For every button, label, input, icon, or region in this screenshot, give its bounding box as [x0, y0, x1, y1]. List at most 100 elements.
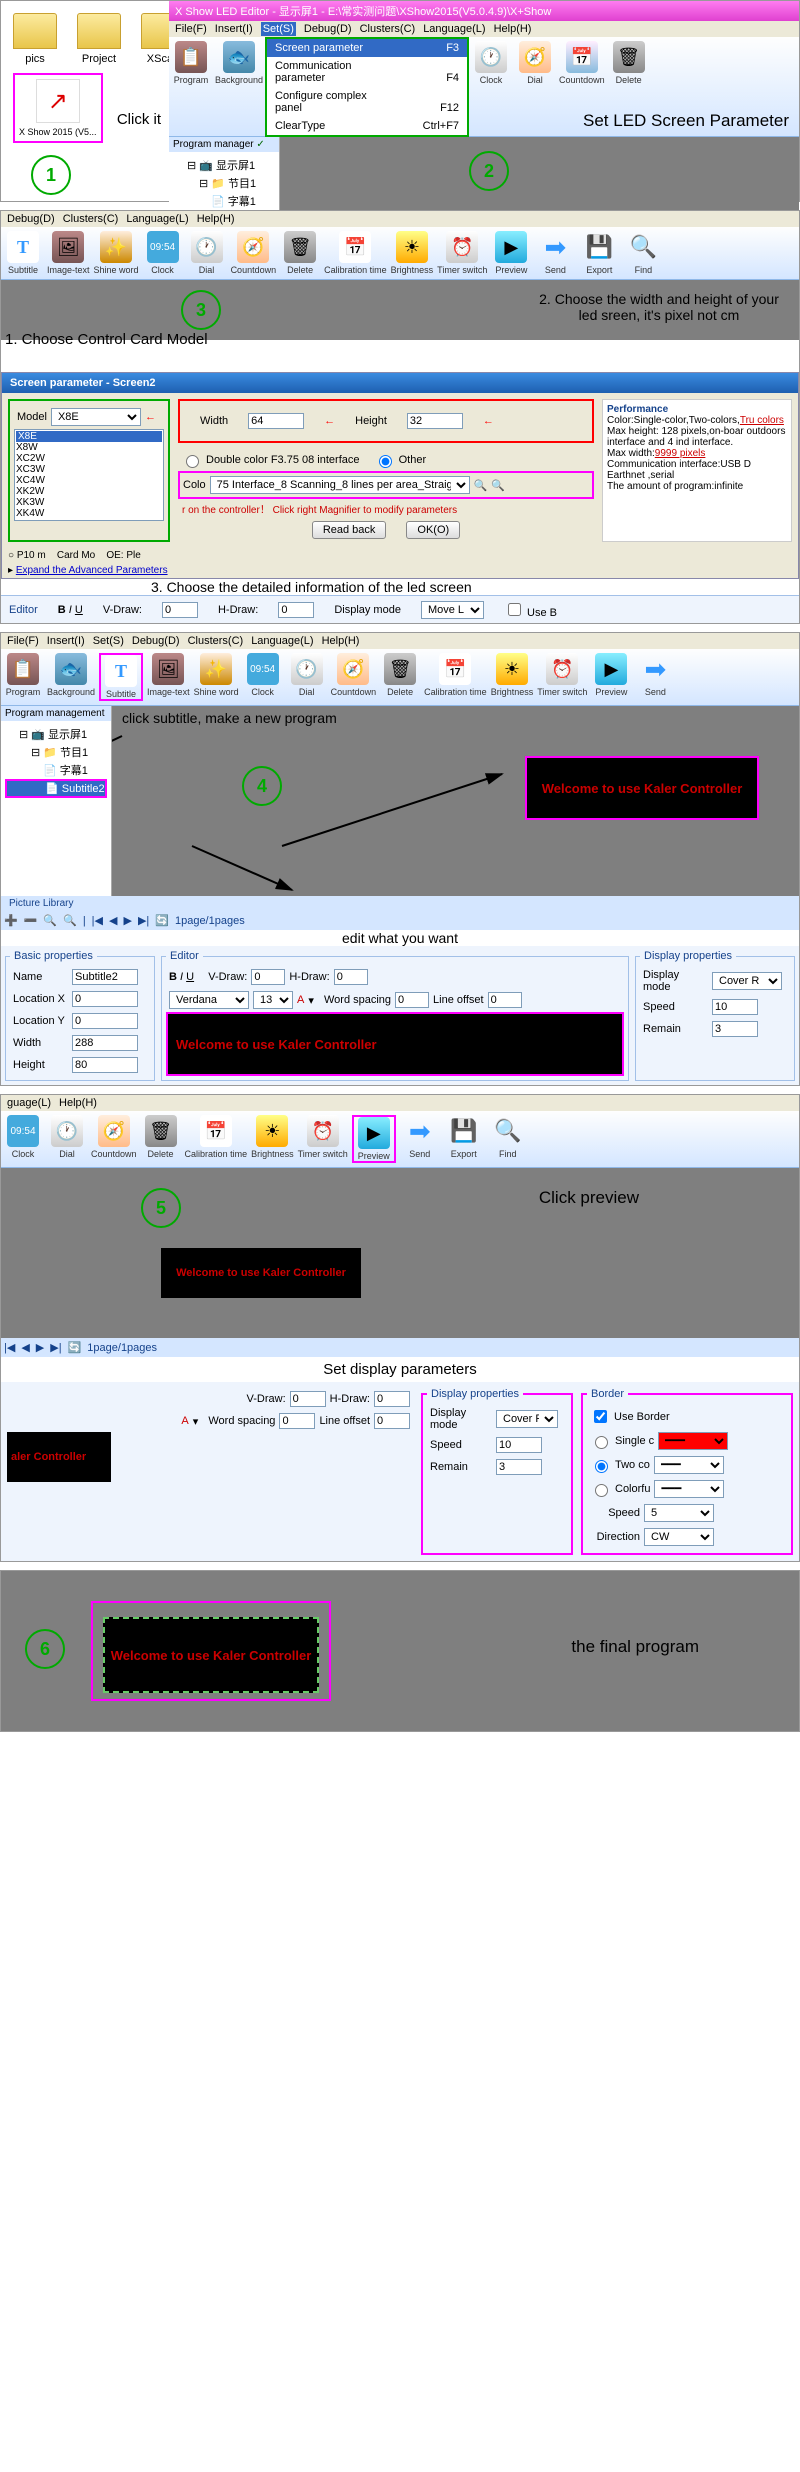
tool-delete[interactable]: 🗑Delete: [280, 231, 320, 275]
tool-subtitle[interactable]: TSubtitle: [3, 231, 43, 275]
tool-timerswitch[interactable]: ⏰Timer switch: [298, 1115, 348, 1163]
lineoffset-input[interactable]: [374, 1413, 410, 1429]
hdraw-input[interactable]: [278, 602, 314, 618]
tool-export[interactable]: 💾Export: [444, 1115, 484, 1163]
menubar-4[interactable]: File(F)Insert(I)Set(S)Debug(D)Clusters(C…: [1, 633, 799, 649]
tool-timerswitch[interactable]: ⏰Timer switch: [537, 653, 587, 701]
tool-send[interactable]: ➡Send: [400, 1115, 440, 1163]
model-list[interactable]: X8E X8WXC2WXC3WXC4WXK2WXK3WXK4W: [14, 429, 164, 521]
remain-input[interactable]: [712, 1021, 758, 1037]
tool-send[interactable]: ➡Send: [535, 231, 575, 275]
tool-countdown[interactable]: 🧭Countdown: [231, 231, 277, 275]
folder-project[interactable]: Project: [77, 13, 121, 65]
program-tree[interactable]: ⊟ 📺 显示屏1 ⊟ 📁 节目1 📄 字幕1: [169, 152, 279, 214]
folder-pics[interactable]: pics: [13, 13, 57, 65]
display-mode-select[interactable]: Move L: [421, 601, 484, 619]
tool-subtitle[interactable]: TSubtitle: [99, 653, 143, 701]
style2-select[interactable]: ━━━: [654, 1456, 724, 1474]
vdraw-input[interactable]: [162, 602, 198, 618]
tool-dial[interactable]: 🕐Dial: [47, 1115, 87, 1163]
remain-input[interactable]: [496, 1459, 542, 1475]
menubar[interactable]: File(F)Insert(I)Set(S)Debug(D)Clusters(C…: [169, 21, 799, 37]
style3-select[interactable]: ━━━: [654, 1480, 724, 1498]
tool-dial[interactable]: 🕐Dial: [287, 653, 327, 701]
editor-preview-5[interactable]: aler Controller: [7, 1432, 111, 1482]
border-dir-select[interactable]: CW: [644, 1528, 714, 1546]
menubar-3[interactable]: Debug(D)Clusters(C)Language(L)Help(H): [1, 211, 799, 227]
vdraw-input[interactable]: [251, 969, 285, 985]
tool-brightness[interactable]: ☀Brightness: [491, 653, 534, 701]
tool-export[interactable]: 💾Export: [579, 231, 619, 275]
tool-countdown[interactable]: 🧭Countdown: [331, 653, 377, 701]
wordspacing-input[interactable]: [395, 992, 429, 1008]
tool-preview[interactable]: ▶Preview: [491, 231, 531, 275]
tool-countdown[interactable]: 🧭Countdown: [91, 1115, 137, 1163]
tool-delete[interactable]: 🗑Delete: [141, 1115, 181, 1163]
color-select[interactable]: 75 Interface_8 Scanning_8 lines per area…: [210, 476, 470, 494]
width-input[interactable]: [248, 413, 304, 429]
mag-plus-icon[interactable]: 🔍: [474, 479, 488, 492]
tool-clock[interactable]: 09:54Clock: [243, 653, 283, 701]
radio-two[interactable]: [595, 1460, 608, 1473]
name-input[interactable]: [72, 969, 138, 985]
tool-program[interactable]: 📋Program: [171, 41, 211, 132]
useborder-check[interactable]: [594, 1410, 607, 1423]
radio-dc[interactable]: [186, 455, 199, 468]
tool-caltime[interactable]: 📅Calibration time: [185, 1115, 248, 1163]
menu-comm-parameter[interactable]: Communication parameterF4: [267, 57, 467, 87]
style1-select[interactable]: ━━━: [658, 1432, 728, 1450]
tool-find[interactable]: 🔍Find: [488, 1115, 528, 1163]
speed-input[interactable]: [496, 1437, 542, 1453]
speed-input[interactable]: [712, 999, 758, 1015]
border-speed-select[interactable]: 5: [644, 1504, 714, 1522]
menu-set[interactable]: Set(S): [261, 22, 296, 36]
xshow-shortcut[interactable]: ↗ X Show 2015 (V5...: [19, 79, 97, 137]
mag-minus-icon[interactable]: 🔍: [491, 479, 505, 492]
tool-background[interactable]: 🐟Background: [215, 41, 263, 132]
tool-dial[interactable]: 🧭Dial: [515, 41, 555, 132]
useb-check[interactable]: [508, 603, 521, 616]
hdraw-input[interactable]: [334, 969, 368, 985]
tool-preview[interactable]: ▶Preview: [352, 1115, 396, 1163]
height-input[interactable]: [407, 413, 463, 429]
dm-select[interactable]: Cover R: [712, 972, 782, 990]
locx-input[interactable]: [72, 991, 138, 1007]
tool-shineword[interactable]: ✨Shine word: [194, 653, 239, 701]
tool-shineword[interactable]: ✨Shine word: [94, 231, 139, 275]
radio-colorful[interactable]: [595, 1484, 608, 1497]
tool-program[interactable]: 📋Program: [3, 653, 43, 701]
dm-select[interactable]: Cover R: [496, 1410, 558, 1428]
tool-clock[interactable]: 🕐Clock: [471, 41, 511, 132]
font-select[interactable]: Verdana: [169, 991, 249, 1009]
tool-clock[interactable]: 09:54Clock: [143, 231, 183, 275]
hdraw-input[interactable]: [374, 1391, 410, 1407]
radio-other[interactable]: [379, 455, 392, 468]
tool-brightness[interactable]: ☀Brightness: [251, 1115, 294, 1163]
program-tree-4[interactable]: ⊟ 📺 显示屏1 ⊟ 📁 节目1 📄 字幕1 📄 Subtitle2: [1, 721, 111, 802]
tool-imagetext[interactable]: 🖼Image-text: [47, 231, 90, 275]
radio-single[interactable]: [595, 1436, 608, 1449]
menu-cleartype[interactable]: ClearTypeCtrl+F7: [267, 117, 467, 135]
tool-background[interactable]: 🐟Background: [47, 653, 95, 701]
tool-preview[interactable]: ▶Preview: [591, 653, 631, 701]
ok-button[interactable]: OK(O): [406, 521, 460, 539]
pager-5[interactable]: |◀◀▶▶| 🔄 1page/1pages: [1, 1338, 799, 1357]
tool-brightness[interactable]: ☀Brightness: [391, 231, 434, 275]
width-input[interactable]: [72, 1035, 138, 1051]
tool-caltime[interactable]: 📅Calibration time: [324, 231, 387, 275]
menu-complex-panel[interactable]: Configure complex panelF12: [267, 87, 467, 117]
tool-delete[interactable]: 🗑Delete: [380, 653, 420, 701]
lineoffset-input[interactable]: [488, 992, 522, 1008]
locy-input[interactable]: [72, 1013, 138, 1029]
tool-imagetext[interactable]: 🖼Image-text: [147, 653, 190, 701]
model-select[interactable]: X8E: [51, 408, 141, 426]
tool-dial[interactable]: 🕐Dial: [187, 231, 227, 275]
tool-clock[interactable]: 09:54Clock: [3, 1115, 43, 1163]
menubar-5[interactable]: guage(L)Help(H): [1, 1095, 799, 1111]
tool-timerswitch[interactable]: ⏰Timer switch: [437, 231, 487, 275]
fontsize-select[interactable]: 13: [253, 991, 293, 1009]
expand-link[interactable]: Expand the Advanced Parameters: [16, 565, 168, 576]
menu-screen-parameter[interactable]: Screen parameterF3: [267, 39, 467, 57]
tool-send[interactable]: ➡Send: [635, 653, 675, 701]
wordspacing-input[interactable]: [279, 1413, 315, 1429]
